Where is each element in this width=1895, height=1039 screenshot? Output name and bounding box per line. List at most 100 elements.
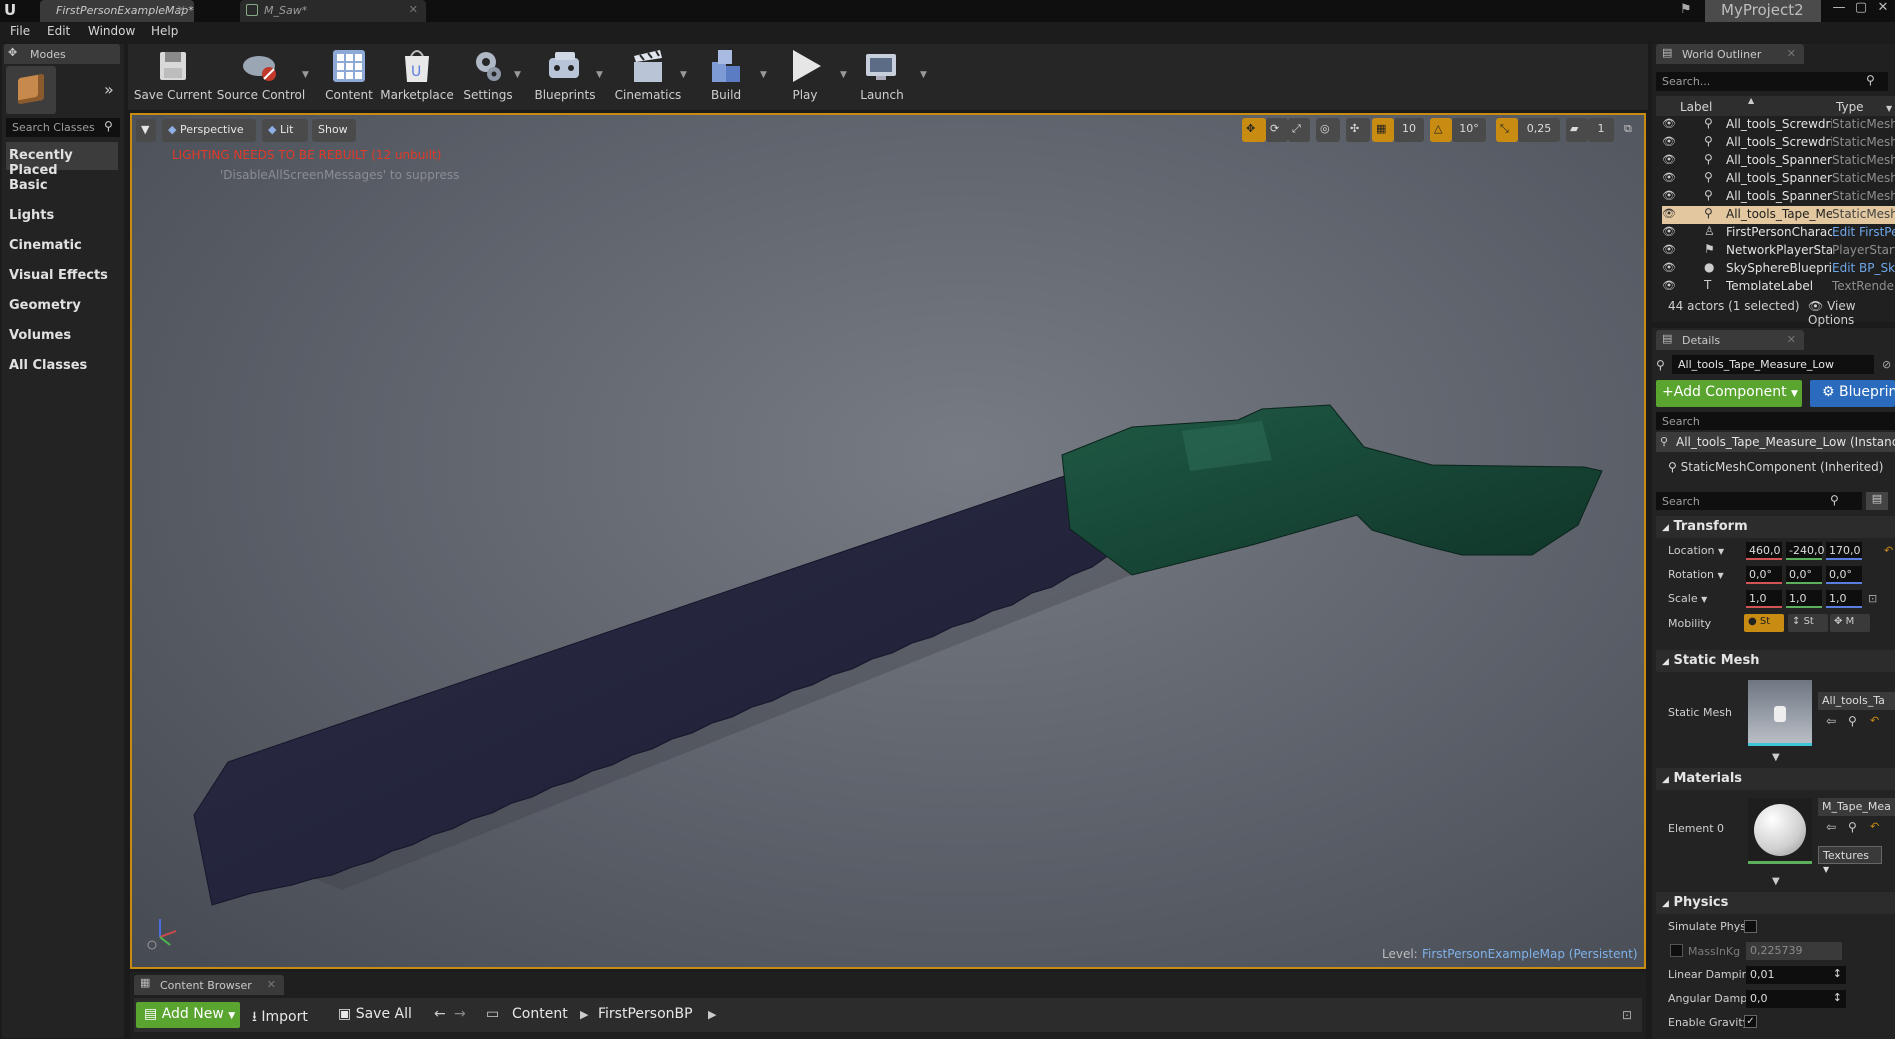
lit-button[interactable]: ◆ Lit — [262, 119, 308, 142]
launch-button[interactable]: Launch — [850, 46, 914, 104]
location-label[interactable]: Location ▼ — [1668, 544, 1724, 557]
camera-speed-value[interactable]: 1 — [1588, 118, 1614, 142]
mobility-stationary-button[interactable]: ↕ St — [1788, 614, 1828, 632]
mobility-static-button[interactable]: ● St — [1744, 614, 1784, 632]
location-y-input[interactable]: -240,0 — [1786, 542, 1824, 560]
menu-help[interactable]: Help — [151, 24, 178, 38]
outliner-row[interactable]: 👁 ⚲ All_tools_Spanner2StaticMeshActor — [1662, 170, 1895, 188]
component-search-input[interactable]: Search — [1656, 412, 1895, 430]
column-label[interactable]: Label — [1680, 100, 1712, 114]
world-local-icon[interactable]: ◎ — [1316, 118, 1340, 142]
textures-dropdown[interactable]: Textures ▼ — [1818, 846, 1882, 874]
perspective-button[interactable]: ◆ Perspective — [162, 119, 256, 142]
camera-speed-icon[interactable]: ▰ — [1566, 118, 1588, 142]
scale-snap-value[interactable]: 0,25 — [1518, 118, 1560, 142]
category-cinematic[interactable]: Cinematic — [6, 232, 118, 260]
category-lights[interactable]: Lights — [6, 202, 118, 230]
reset-icon[interactable]: ↶ — [1870, 820, 1879, 833]
cinematics-button[interactable]: Cinematics — [608, 46, 688, 104]
category-volumes[interactable]: Volumes — [6, 322, 118, 350]
rotation-snap-icon[interactable]: △ — [1430, 118, 1452, 142]
rotation-snap-value[interactable]: 10° — [1452, 118, 1486, 142]
static-mesh-dropdown[interactable]: All_tools_Ta — [1818, 692, 1895, 710]
visibility-eye-icon[interactable]: 👁 — [1662, 171, 1676, 184]
outliner-row[interactable]: 👁 ⚲ All_tools_Spanner1StaticMeshActor — [1662, 152, 1895, 170]
lock-icon[interactable]: ⊘ — [1882, 358, 1891, 371]
reset-icon[interactable]: ↶ — [1870, 714, 1879, 727]
materials-section[interactable]: ◢ Materials — [1656, 768, 1895, 790]
outliner-row[interactable]: 👁 ⚲ All_tools_ScrewdriverStaticMeshActor — [1662, 134, 1895, 152]
scale-label[interactable]: Scale ▼ — [1668, 592, 1707, 605]
show-button[interactable]: Show — [312, 119, 356, 142]
outliner-row[interactable]: 👁 ⚲ All_tools_ScrewdriverStaticMeshActor — [1662, 116, 1895, 134]
save-current-button[interactable]: Save Current — [132, 46, 214, 104]
forward-icon[interactable]: → — [454, 1006, 466, 1022]
play-button[interactable]: Play — [776, 46, 834, 104]
expand-chevron-icon[interactable]: ▼ — [1772, 876, 1780, 887]
close-window-icon[interactable]: ✕ — [1872, 0, 1894, 18]
tab-m-saw[interactable]: M_Saw* ✕ — [240, 0, 426, 22]
outliner-row[interactable]: 👁 ● SkySphereBlueprintEdit BP_Sky — [1662, 260, 1895, 278]
material-thumbnail[interactable] — [1748, 798, 1812, 864]
outliner-row-selected[interactable]: 👁 ⚲ All_tools_Tape_MeasureStaticMeshActor — [1662, 206, 1895, 224]
build-button[interactable]: Build — [696, 46, 756, 104]
menu-edit[interactable]: Edit — [47, 24, 70, 38]
scale-z-input[interactable]: 1,0 — [1826, 590, 1862, 608]
close-icon[interactable]: ✕ — [409, 3, 418, 16]
visibility-eye-icon[interactable]: 👁 — [1662, 153, 1676, 166]
scale-x-input[interactable]: 1,0 — [1746, 590, 1782, 608]
row-type-link[interactable]: Edit FirstPerson — [1832, 225, 1895, 239]
outliner-search-input[interactable]: Search... — [1656, 72, 1888, 91]
viewport-options-button[interactable]: ▼ — [136, 119, 156, 142]
transform-section[interactable]: ◢ Transform — [1656, 516, 1895, 538]
close-icon[interactable]: ✕ — [1787, 333, 1796, 346]
grid-snap-value[interactable]: 10 — [1394, 118, 1424, 142]
minimize-icon[interactable]: — — [1828, 0, 1850, 18]
settings-dropdown-icon[interactable]: ▼ — [514, 70, 524, 80]
category-geometry[interactable]: Geometry — [6, 292, 118, 320]
translate-tool-icon[interactable]: ✥ — [1242, 118, 1266, 142]
launch-dropdown-icon[interactable]: ▼ — [920, 70, 930, 80]
grid-snap-icon[interactable]: ▦ — [1372, 118, 1394, 142]
breadcrumb-content[interactable]: Content — [512, 1006, 568, 1022]
lock-icon[interactable]: ⊡ — [1622, 1008, 1632, 1022]
angular-damping-input[interactable]: 0,0 ↕ — [1746, 990, 1846, 1008]
category-basic[interactable]: Basic — [6, 172, 118, 200]
surface-snap-icon[interactable]: ✣ — [1346, 118, 1370, 142]
material-dropdown[interactable]: M_Tape_Mea — [1818, 798, 1895, 816]
rotate-tool-icon[interactable]: ⟳ — [1266, 118, 1288, 142]
content-browser-tab[interactable]: Content Browser ✕ — [134, 975, 284, 995]
view-options-button[interactable]: 👁 View Options — [1808, 299, 1895, 327]
use-selected-arrow-icon[interactable]: ⇦ — [1826, 714, 1836, 728]
reset-icon[interactable]: ↶ — [1884, 544, 1893, 557]
row-type-link[interactable]: Edit BP_Sky — [1832, 261, 1895, 275]
modes-tab[interactable]: Modes — [4, 44, 120, 64]
breadcrumb-first-person-bp[interactable]: FirstPersonBP — [598, 1006, 693, 1022]
world-outliner-tab[interactable]: World Outliner ✕ — [1656, 44, 1804, 64]
property-matrix-icon[interactable]: ▤ — [1866, 492, 1888, 510]
outliner-row[interactable]: 👁 ⚑ NetworkPlayerStart PlayerStart — [1662, 242, 1895, 260]
source-control-button[interactable]: Source Control — [216, 46, 306, 104]
category-recently-placed[interactable]: Recently Placed — [6, 142, 118, 178]
settings-button[interactable]: Settings — [456, 46, 520, 104]
static-mesh-thumbnail[interactable] — [1748, 680, 1812, 746]
scale-y-input[interactable]: 1,0 — [1786, 590, 1822, 608]
expand-chevron-icon[interactable]: ▼ — [1772, 752, 1780, 763]
category-visual-effects[interactable]: Visual Effects — [6, 262, 118, 290]
visibility-eye-icon[interactable]: 👁 — [1662, 207, 1676, 220]
blueprints-dropdown-icon[interactable]: ▼ — [596, 70, 606, 80]
maximize-viewport-icon[interactable]: ⧉ — [1624, 122, 1632, 136]
close-icon[interactable]: ✕ — [177, 3, 186, 16]
location-z-input[interactable]: 170,0 — [1826, 542, 1862, 560]
visibility-eye-icon[interactable]: 👁 — [1662, 261, 1676, 274]
browse-search-icon[interactable]: ⚲ — [1848, 820, 1857, 834]
instance-row[interactable]: All_tools_Tape_Measure_Low (Instance) — [1656, 432, 1895, 452]
physics-section[interactable]: ◢ Physics — [1656, 892, 1895, 914]
blueprints-button[interactable]: Blueprints — [526, 46, 604, 104]
component-row[interactable]: ⚲ StaticMeshComponent (Inherited) — [1668, 460, 1883, 474]
play-dropdown-icon[interactable]: ▼ — [840, 70, 850, 80]
notification-icon[interactable]: ⚑ — [1680, 2, 1692, 17]
close-icon[interactable]: ✕ — [1787, 47, 1796, 60]
visibility-eye-icon[interactable]: 👁 — [1662, 243, 1676, 256]
type-dropdown-icon[interactable]: ▼ — [1886, 104, 1892, 113]
